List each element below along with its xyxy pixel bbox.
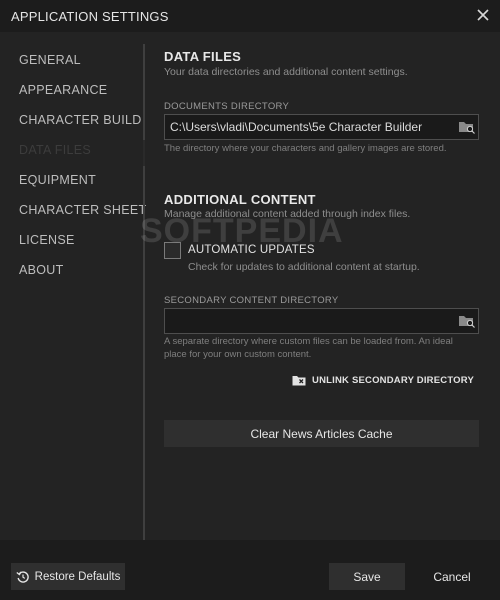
cancel-button[interactable]: Cancel <box>416 563 488 590</box>
documents-directory-field[interactable] <box>164 114 479 140</box>
automatic-updates-checkbox[interactable] <box>164 242 181 259</box>
automatic-updates-help: Check for updates to additional content … <box>188 261 420 273</box>
active-section-marker <box>143 140 145 166</box>
save-button[interactable]: Save <box>329 563 405 590</box>
secondary-directory-label: SECONDARY CONTENT DIRECTORY <box>164 295 339 306</box>
sidebar-item-general[interactable]: GENERAL <box>19 53 81 67</box>
restore-icon <box>16 570 29 583</box>
sidebar-divider <box>143 44 145 540</box>
dialog-footer: Restore Defaults Save Cancel <box>0 540 500 600</box>
title-bar: APPLICATION SETTINGS <box>0 0 500 32</box>
secondary-directory-field[interactable] <box>164 308 479 334</box>
sidebar-item-equipment[interactable]: EQUIPMENT <box>19 173 96 187</box>
folder-remove-icon <box>292 375 306 385</box>
restore-defaults-label: Restore Defaults <box>34 570 121 583</box>
sidebar-item-data-files[interactable]: DATA FILES <box>19 143 91 157</box>
additional-content-subtitle: Manage additional content added through … <box>164 208 411 220</box>
sidebar-item-character-sheet[interactable]: CHARACTER SHEET <box>19 203 146 217</box>
secondary-directory-help: A separate directory where custom files … <box>164 336 453 360</box>
documents-directory-help: The directory where your characters and … <box>164 143 447 154</box>
settings-sidebar: GENERAL APPEARANCE CHARACTER BUILD DATA … <box>0 32 146 540</box>
additional-content-heading: ADDITIONAL CONTENT <box>164 192 316 207</box>
window-title: APPLICATION SETTINGS <box>11 9 169 24</box>
unlink-secondary-directory-label: UNLINK SECONDARY DIRECTORY <box>312 374 474 386</box>
sidebar-item-license[interactable]: LICENSE <box>19 233 75 247</box>
data-files-subtitle: Your data directories and additional con… <box>164 66 408 78</box>
close-icon[interactable] <box>475 7 491 23</box>
unlink-secondary-directory-button[interactable]: UNLINK SECONDARY DIRECTORY <box>292 373 474 387</box>
clear-news-cache-button[interactable]: Clear News Articles Cache <box>164 420 479 447</box>
sidebar-item-appearance[interactable]: APPEARANCE <box>19 83 107 97</box>
documents-directory-label: DOCUMENTS DIRECTORY <box>164 101 290 112</box>
restore-defaults-button[interactable]: Restore Defaults <box>11 563 125 590</box>
sidebar-item-about[interactable]: ABOUT <box>19 263 64 277</box>
sidebar-item-character-build[interactable]: CHARACTER BUILD <box>19 113 142 127</box>
automatic-updates-label[interactable]: AUTOMATIC UPDATES <box>188 244 315 256</box>
data-files-heading: DATA FILES <box>164 49 242 64</box>
secondary-folder-browse-icon[interactable] <box>458 314 476 328</box>
folder-browse-icon[interactable] <box>458 120 476 134</box>
